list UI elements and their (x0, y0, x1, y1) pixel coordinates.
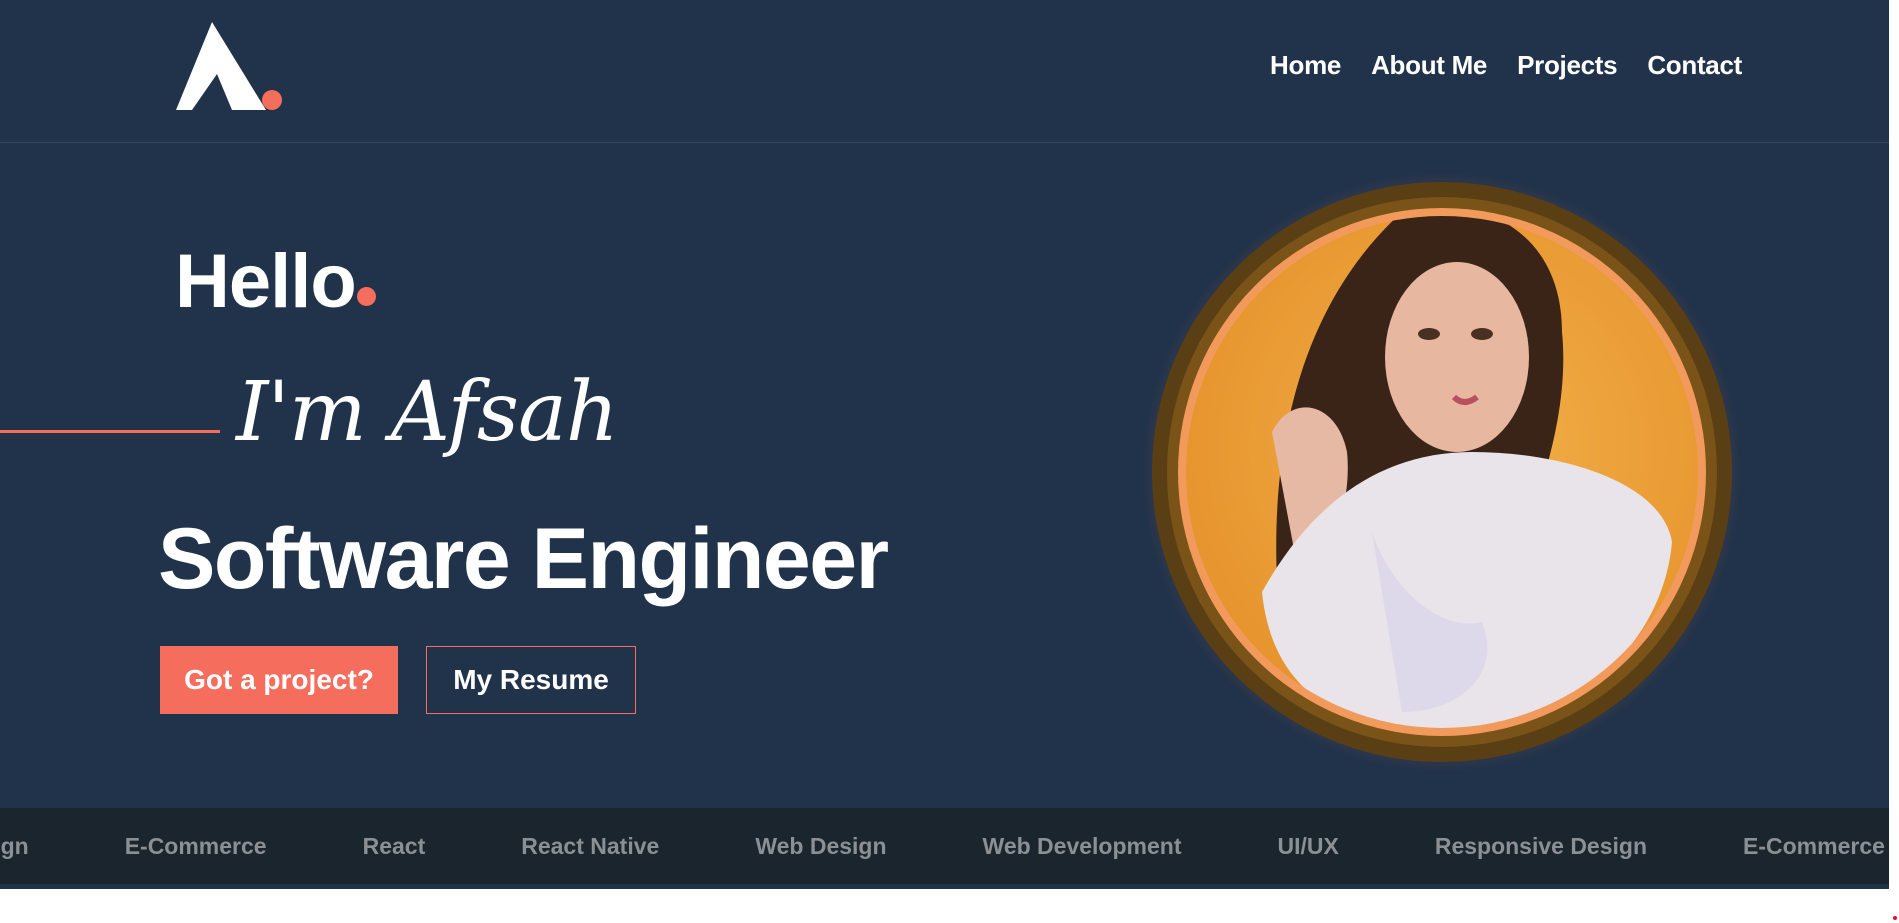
nav-home[interactable]: Home (1270, 50, 1341, 81)
greeting-dot (357, 287, 376, 306)
marquee-item: E-Commerce (124, 832, 267, 859)
marquee-track: Design E-Commerce React React Native Web… (0, 808, 1885, 884)
skills-marquee: Design E-Commerce React React Native Web… (0, 808, 1889, 884)
nav-projects[interactable]: Projects (1517, 50, 1618, 81)
nav-contact[interactable]: Contact (1647, 50, 1742, 81)
cursor-dot (1893, 916, 1897, 920)
marquee-item: UI/UX (1277, 832, 1339, 859)
hero-greeting: Hello (175, 239, 357, 324)
marquee-item: React (362, 832, 426, 859)
profile-photo (1142, 172, 1742, 772)
logo-icon[interactable] (172, 18, 292, 118)
site-header: Home About Me Projects Contact (0, 0, 1889, 143)
hero-role: Software Engineer (158, 511, 889, 607)
hero-name: I'm Afsah (236, 365, 619, 460)
marquee-item: Web Development (982, 832, 1182, 859)
marquee-item: React Native (521, 832, 660, 859)
got-a-project-button[interactable]: Got a project? (160, 646, 398, 714)
page: Home About Me Projects Contact Hello I'm… (0, 0, 1889, 889)
main-nav: Home About Me Projects Contact (1270, 50, 1742, 81)
accent-line (0, 430, 220, 433)
marquee-item: Responsive Design (1434, 832, 1648, 859)
marquee-item: Design (0, 832, 29, 859)
marquee-item: Web Design (755, 832, 887, 859)
marquee-item: E-Commerce (1743, 832, 1885, 859)
my-resume-button[interactable]: My Resume (426, 646, 636, 714)
nav-about-me[interactable]: About Me (1371, 50, 1487, 81)
